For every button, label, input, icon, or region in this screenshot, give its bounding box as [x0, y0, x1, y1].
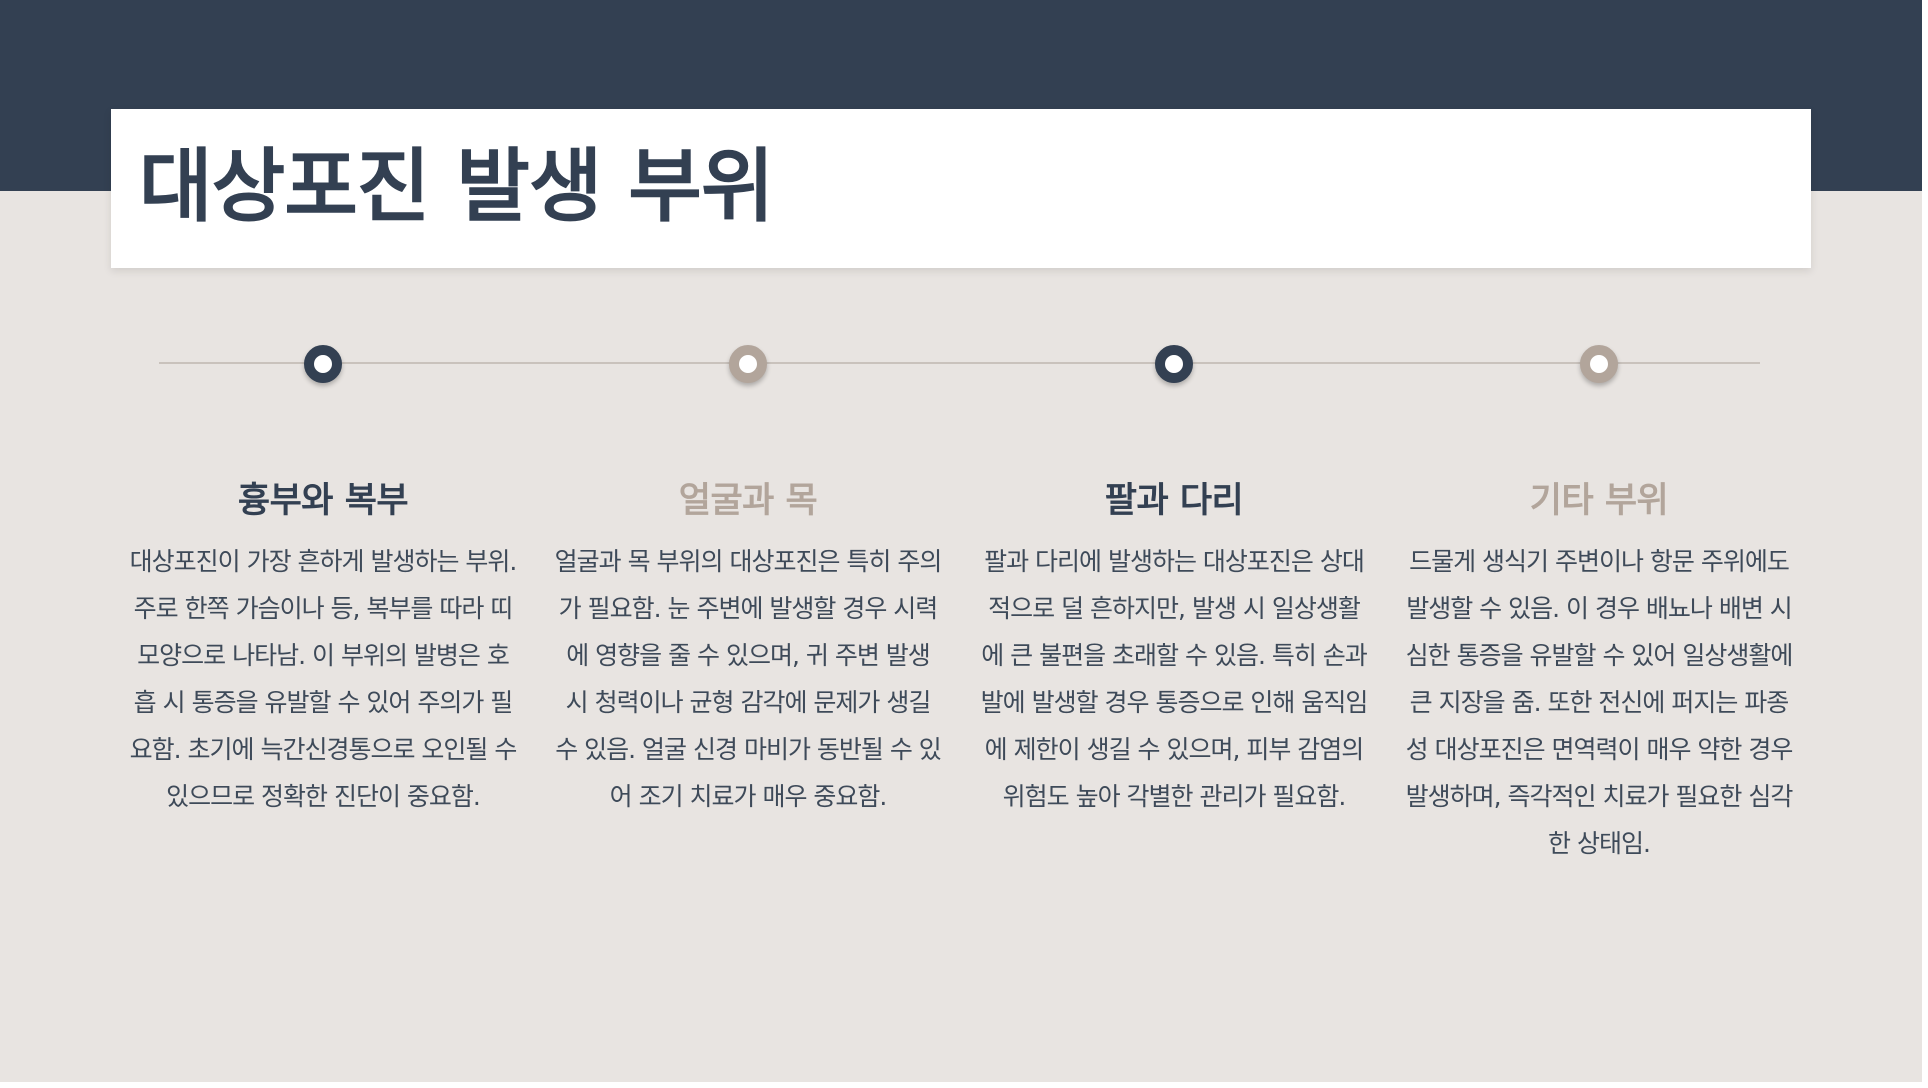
- column-other-areas: 기타 부위 드물게 생식기 주변이나 항문 주위에도 발생할 수 있음. 이 경…: [1399, 478, 1799, 867]
- timeline-marker-2: [729, 345, 767, 383]
- column-face-neck: 얼굴과 목 얼굴과 목 부위의 대상포진은 특히 주의가 필요함. 눈 주변에 …: [548, 478, 948, 820]
- page-title: 대상포진 발생 부위: [139, 140, 775, 233]
- column-title: 팔과 다리: [1104, 481, 1244, 521]
- column-body: 팔과 다리에 발생하는 대상포진은 상대적으로 덜 흔하지만, 발생 시 일상생…: [980, 547, 1369, 811]
- title-box: 대상포진 발생 부위: [111, 109, 1811, 268]
- column-title: 기타 부위: [1529, 481, 1669, 521]
- timeline-line: [159, 362, 1760, 364]
- column-title: 얼굴과 목: [678, 481, 818, 521]
- timeline-marker-1: [304, 345, 342, 383]
- column-body: 얼굴과 목 부위의 대상포진은 특히 주의가 필요함. 눈 주변에 발생할 경우…: [554, 547, 943, 811]
- column-title: 흉부와 복부: [237, 481, 409, 521]
- column-body: 대상포진이 가장 흔하게 발생하는 부위. 주로 한쪽 가슴이나 등, 복부를 …: [129, 547, 518, 811]
- timeline-marker-4: [1580, 345, 1618, 383]
- column-chest-abdomen: 흉부와 복부 대상포진이 가장 흔하게 발생하는 부위. 주로 한쪽 가슴이나 …: [123, 478, 523, 820]
- column-arms-legs: 팔과 다리 팔과 다리에 발생하는 대상포진은 상대적으로 덜 흔하지만, 발생…: [974, 478, 1374, 820]
- column-body: 드물게 생식기 주변이나 항문 주위에도 발생할 수 있음. 이 경우 배뇨나 …: [1405, 547, 1794, 858]
- timeline-marker-3: [1155, 345, 1193, 383]
- slide: 대상포진 발생 부위 흉부와 복부 대상포진이 가장 흔하게 발생하는 부위. …: [0, 0, 1922, 1082]
